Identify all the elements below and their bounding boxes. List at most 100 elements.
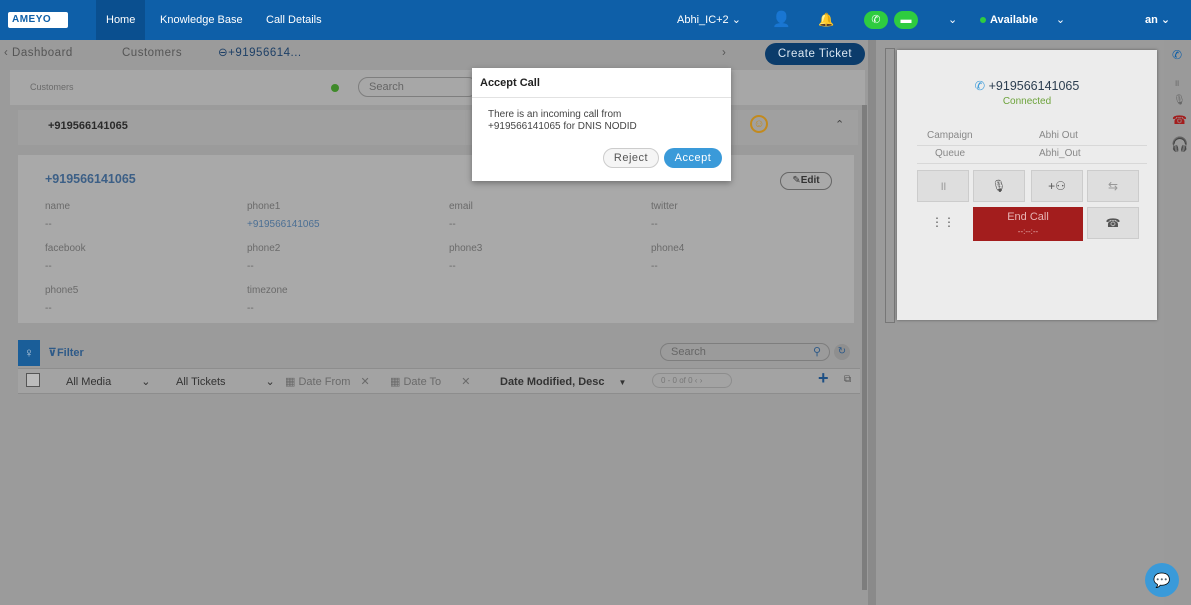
campaign-row: Campaign Abhi Out <box>917 128 1147 146</box>
pager[interactable]: 0 - 0 of 0 ‹ › <box>652 373 732 388</box>
chevron-down-icon: ⌄ <box>1055 14 1066 26</box>
breadcrumb: Customers <box>30 82 74 92</box>
bulb-icon[interactable]: ♀ <box>18 340 40 366</box>
user-name: an <box>1145 14 1158 26</box>
dialog-message: There is an incoming call from +91956614… <box>488 109 718 133</box>
tab-dashboard[interactable]: ‹ Dashboard <box>4 44 73 62</box>
filter-label: Filter <box>56 347 84 359</box>
ticket-search-input[interactable]: Search ⚲ <box>660 343 830 361</box>
clear-icon[interactable]: ✕ <box>461 376 470 388</box>
add-icon[interactable]: + <box>818 368 829 389</box>
collapse-icon[interactable]: ⌃ <box>835 118 844 131</box>
sort-dropdown[interactable]: Date Modified, Desc ▼ <box>500 374 626 390</box>
tabs-next-icon[interactable]: › <box>722 44 726 62</box>
calendar-icon: ▦ <box>285 376 296 388</box>
field-label: phone5 <box>45 285 79 296</box>
tab-active-customer[interactable]: ⊖+91956614... <box>218 44 302 62</box>
customer-search-input[interactable]: Search <box>358 77 478 97</box>
user-menu[interactable]: an ⌄ <box>1145 0 1170 40</box>
call-number: ✆ +919566141065 <box>897 78 1157 93</box>
field-label: facebook <box>45 243 86 254</box>
campaign-value: Abhi Out <box>1039 130 1078 141</box>
edit-button[interactable]: ✎Edit <box>780 172 832 190</box>
presence-dot <box>331 84 339 92</box>
clear-icon[interactable]: ✕ <box>360 376 369 388</box>
call-timer: --:--:-- <box>1017 227 1039 236</box>
chat-icon[interactable]: ▬ <box>894 11 918 29</box>
campaign-selector[interactable]: Abhi_IC+2 ⌄ <box>677 0 741 40</box>
mute-icon[interactable]: 🎙 <box>973 170 1025 202</box>
accept-button[interactable]: Accept <box>664 148 722 168</box>
mute-icon[interactable]: 🎙 <box>1173 95 1186 106</box>
call-card: ✆ +919566141065 Connected Campaign Abhi … <box>897 50 1157 320</box>
conference-icon[interactable]: +⚇ <box>1031 170 1083 202</box>
queue-label: Queue <box>935 148 966 159</box>
chevron-down-icon[interactable]: ⌄ <box>948 0 957 40</box>
field-value: -- <box>45 219 52 230</box>
field-value: -- <box>651 261 658 272</box>
date-from-input[interactable]: ▦ Date From ✕ <box>285 374 370 390</box>
logo-text: AMEYO <box>12 14 52 25</box>
field-value: -- <box>45 261 52 272</box>
field-value: -- <box>45 303 52 314</box>
media-dropdown[interactable]: All Media ⌄ <box>66 374 150 390</box>
refresh-icon[interactable]: ↻ <box>834 344 850 360</box>
reject-button[interactable]: Reject <box>603 148 659 168</box>
select-all-checkbox[interactable] <box>26 373 40 387</box>
field-label: phone2 <box>247 243 281 254</box>
call-number-text: +919566141065 <box>988 79 1080 93</box>
end-call-label: End Call <box>1007 211 1049 223</box>
status-dot <box>980 17 986 24</box>
tickets-dropdown[interactable]: All Tickets ⌄ <box>176 374 275 390</box>
headset-icon[interactable]: 🎧 <box>1171 136 1188 153</box>
hangup-icon[interactable]: ☎ <box>1087 207 1139 239</box>
customer-header <box>18 110 858 145</box>
phone-icon[interactable]: ✆ <box>864 11 888 29</box>
hold-button[interactable]: ॥ <box>917 170 969 202</box>
field-value: -- <box>247 303 254 314</box>
nav-home[interactable]: Home <box>96 0 146 40</box>
tickets-label: All Tickets <box>176 376 226 388</box>
scrollbar[interactable] <box>862 105 867 590</box>
nav-knowledge-base[interactable]: Knowledge Base <box>150 0 253 40</box>
dialpad-icon[interactable]: ⋮⋮ <box>917 207 969 239</box>
queue-row: Queue Abhi_Out <box>917 146 1147 164</box>
field-label: name <box>45 201 71 212</box>
tab-dashboard-label: Dashboard <box>12 47 73 59</box>
date-to-input[interactable]: ▦ Date To ✕ <box>390 374 470 390</box>
bell-icon[interactable]: 🔔 <box>818 0 834 40</box>
nav-call-details[interactable]: Call Details <box>256 0 332 40</box>
sentiment-icon: ☺ <box>750 115 768 133</box>
pause-icon[interactable]: ॥ <box>1174 76 1179 89</box>
tab-customers[interactable]: Customers <box>122 44 182 62</box>
transfer-icon[interactable]: ⇆ <box>1087 170 1139 202</box>
expand-icon[interactable]: ⧉ <box>844 374 851 385</box>
field-value[interactable]: +919566141065 <box>247 219 320 230</box>
field-label: twitter <box>651 201 678 212</box>
search-icon: ⚲ <box>812 346 821 358</box>
accept-call-dialog: Accept Call There is an incoming call fr… <box>472 68 731 181</box>
field-value: -- <box>449 219 456 230</box>
phone-icon: ✆ <box>974 79 986 93</box>
filter-button[interactable]: ⊽Filter <box>48 346 84 359</box>
ameyo-logo[interactable]: AMEYO <box>8 12 68 28</box>
chat-icon[interactable]: 💬 <box>1145 563 1179 597</box>
create-ticket-button[interactable]: Create Ticket <box>765 43 865 65</box>
field-label: timezone <box>247 285 288 296</box>
field-label: phone3 <box>449 243 483 254</box>
field-value: -- <box>449 261 456 272</box>
field-label: phone1 <box>247 201 281 212</box>
panel-tab[interactable] <box>885 48 895 323</box>
edit-label: Edit <box>800 175 820 186</box>
hangup-icon[interactable]: ☎ <box>1172 113 1187 127</box>
agent-icon[interactable]: 👤 <box>772 0 791 40</box>
status-selector[interactable]: Available ⌄ <box>980 0 1065 40</box>
chevron-down-icon: ⌄ <box>141 376 151 388</box>
field-label: phone4 <box>651 243 685 254</box>
customer-header-number: +919566141065 <box>48 120 128 132</box>
chevron-down-icon: ⌄ <box>731 14 741 26</box>
end-call-button[interactable]: End Call --:--:-- <box>973 207 1083 241</box>
customer-title-number: +919566141065 <box>45 172 136 186</box>
phone-icon[interactable]: ✆ <box>1172 48 1182 62</box>
dialog-line-1: There is an incoming call from <box>488 109 622 120</box>
